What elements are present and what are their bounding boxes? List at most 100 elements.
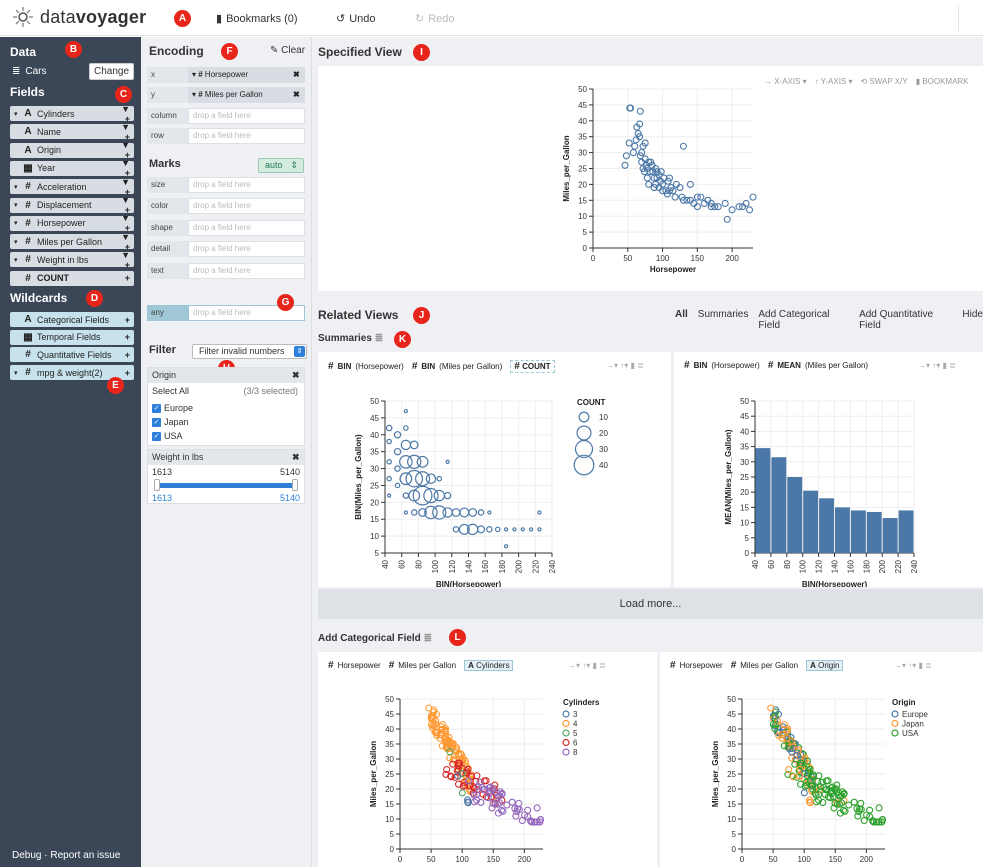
field-actions[interactable]: ▼ +	[114, 213, 134, 233]
chart-tools[interactable]: →▾ ↑▾ ▮ ≣	[894, 661, 932, 670]
wildcard-item-2[interactable]: # Quantitative Fields +	[10, 347, 134, 363]
drop-zone[interactable]: drop a field here	[188, 198, 305, 215]
annotation-badge-c: C	[115, 86, 132, 103]
report-issue-link[interactable]: Report an issue	[50, 850, 120, 861]
drop-zone[interactable]: drop a field here	[188, 127, 305, 144]
select-all-link[interactable]: Select All	[152, 386, 189, 396]
field-actions[interactable]: ▼ +	[114, 177, 134, 197]
checkbox-checked-icon[interactable]: ✓	[152, 431, 161, 441]
field-item-2[interactable]: A Origin ▼ +	[10, 140, 134, 160]
field-actions[interactable]: +	[114, 332, 134, 342]
chart-tools[interactable]: →▾ ↑▾ ▮ ≣	[606, 361, 644, 370]
field-actions[interactable]: +	[114, 368, 134, 378]
annotation-badge-j: J	[413, 307, 430, 324]
shelf-shape[interactable]: shape drop a field here	[147, 219, 305, 236]
bar	[882, 518, 898, 553]
shelf-detail[interactable]: detail drop a field here	[147, 241, 305, 258]
debug-link[interactable]: Debug	[12, 850, 41, 861]
related-filter-add-categorical-field[interactable]: Add Categorical Field	[758, 309, 849, 331]
encoded-field-pill[interactable]: ▾ # Horsepower ✖	[188, 67, 305, 83]
filter-mode-select[interactable]: Filter invalid numbers ⇕	[192, 344, 307, 359]
chevron-down-icon[interactable]: ▾	[14, 201, 22, 209]
field-actions[interactable]: ▼ +	[114, 158, 134, 178]
view-tool-2[interactable]: ⟲ SWAP X/Y	[861, 77, 908, 86]
field-actions[interactable]: +	[114, 350, 134, 360]
undo-button[interactable]: ↺ Undo	[336, 12, 376, 26]
drop-zone[interactable]: drop a field here	[188, 241, 305, 258]
field-item-5[interactable]: ▾ # Displacement ▼ +	[10, 195, 134, 215]
slider-handle-high[interactable]	[292, 479, 298, 491]
related-filter-hide[interactable]: Hide	[962, 309, 983, 331]
chart-tools[interactable]: →▾ ↑▾ ▮ ≣	[918, 361, 956, 370]
drop-zone[interactable]: drop a field here	[188, 177, 305, 193]
clear-encoding-button[interactable]: ✎ Clear	[270, 45, 305, 56]
origin-option-usa[interactable]: ✓ USA	[148, 429, 304, 443]
shelf-y[interactable]: y ▾ # Miles per Gallon ✖	[147, 87, 305, 104]
field-item-7[interactable]: ▾ # Miles per Gallon ▼ +	[10, 232, 134, 252]
specified-view-title: Specified View	[318, 45, 402, 59]
shelf-row[interactable]: row drop a field here	[147, 127, 305, 144]
field-actions[interactable]: ▼ +	[114, 140, 134, 160]
remove-filter-icon[interactable]: ✖	[292, 368, 304, 383]
mark-type-select[interactable]: auto ⇕	[258, 158, 304, 173]
shelf-x[interactable]: x ▾ # Horsepower ✖	[147, 67, 305, 83]
load-more-button[interactable]: Load more...	[318, 589, 983, 619]
field-item-0[interactable]: ▾ A Cylinders ▼ +	[10, 104, 134, 124]
chevron-down-icon[interactable]: ▾	[14, 369, 22, 377]
chevron-down-icon[interactable]: ▾	[14, 256, 22, 264]
field-actions[interactable]: ▼ +	[114, 232, 134, 252]
remove-field-icon[interactable]: ✖	[293, 67, 305, 83]
remove-filter-icon[interactable]: ✖	[292, 450, 304, 465]
slider-handle-low[interactable]	[154, 479, 160, 491]
field-actions[interactable]: ▼ +	[114, 104, 134, 124]
origin-option-japan[interactable]: ✓ Japan	[148, 415, 304, 429]
checkbox-checked-icon[interactable]: ✓	[152, 417, 161, 427]
drop-zone[interactable]: drop a field here	[188, 219, 305, 236]
origin-option-europe[interactable]: ✓ Europe	[148, 401, 304, 415]
redo-button[interactable]: ↻ Redo	[415, 12, 455, 26]
remove-field-icon[interactable]: ✖	[293, 87, 305, 103]
view-tool-1[interactable]: ↑ Y-AXIS ▾	[815, 77, 853, 86]
related-filter-add-quantitative-field[interactable]: Add Quantitative Field	[859, 309, 952, 331]
app-logo[interactable]: datavoyager	[12, 6, 146, 28]
weight-range-slider[interactable]	[154, 479, 298, 491]
view-tool-3[interactable]: ▮ BOOKMARK	[916, 77, 969, 86]
chevron-down-icon[interactable]: ▾	[14, 183, 22, 191]
field-item-8[interactable]: ▾ # Weight in lbs ▼ +	[10, 250, 134, 270]
field-actions[interactable]: +	[114, 315, 134, 325]
field-actions[interactable]: +	[114, 273, 134, 283]
wildcard-item-0[interactable]: A Categorical Fields +	[10, 312, 134, 327]
field-item-3[interactable]: ▦ Year ▼ +	[10, 158, 134, 178]
chevron-down-icon[interactable]: ▾	[14, 110, 22, 118]
chevron-down-icon[interactable]: ▾	[14, 219, 22, 227]
weight-range-high[interactable]: 5140	[280, 493, 300, 503]
shelf-text[interactable]: text drop a field here	[147, 262, 305, 279]
tick-label-x: 150	[829, 855, 843, 864]
field-item-6[interactable]: ▾ # Horsepower ▼ +	[10, 213, 134, 233]
chevron-down-icon[interactable]: ▾	[14, 238, 22, 246]
checkbox-checked-icon[interactable]: ✓	[152, 403, 161, 413]
change-dataset-button[interactable]: Change	[89, 63, 134, 80]
shelf-column[interactable]: column drop a field here	[147, 107, 305, 124]
field-actions[interactable]: ▼ +	[114, 250, 134, 270]
field-actions[interactable]: ▼ +	[114, 195, 134, 215]
encoded-field-pill[interactable]: ▾ # Miles per Gallon ✖	[188, 87, 305, 104]
wildcard-item-1[interactable]: ▦ Temporal Fields +	[10, 329, 134, 345]
drop-zone[interactable]: drop a field here	[188, 262, 305, 279]
chart-tools[interactable]: →▾ ↑▾ ▮ ≣	[568, 661, 606, 670]
tick-label-y: 0	[745, 549, 750, 558]
field-actions[interactable]: ▼ +	[114, 122, 134, 142]
related-filter-summaries[interactable]: Summaries	[698, 309, 749, 331]
bookmarks-button[interactable]: ▮ Bookmarks (0)	[216, 12, 298, 26]
cylinders-chart-header: # Horsepower # Miles per Gallon A Cylinder…	[328, 660, 514, 671]
drop-zone[interactable]: drop a field here	[188, 107, 305, 124]
tick-label-y: 30	[578, 149, 587, 158]
weight-range-low[interactable]: 1613	[152, 493, 172, 503]
field-item-9[interactable]: # COUNT +	[10, 270, 134, 286]
related-filter-all[interactable]: All	[675, 309, 688, 331]
field-item-4[interactable]: ▾ # Acceleration ▼ +	[10, 177, 134, 197]
shelf-color[interactable]: color drop a field here	[147, 198, 305, 215]
shelf-size[interactable]: size drop a field here	[147, 177, 305, 193]
tick-label-y: 10	[578, 212, 587, 221]
field-item-1[interactable]: A Name ▼ +	[10, 122, 134, 142]
